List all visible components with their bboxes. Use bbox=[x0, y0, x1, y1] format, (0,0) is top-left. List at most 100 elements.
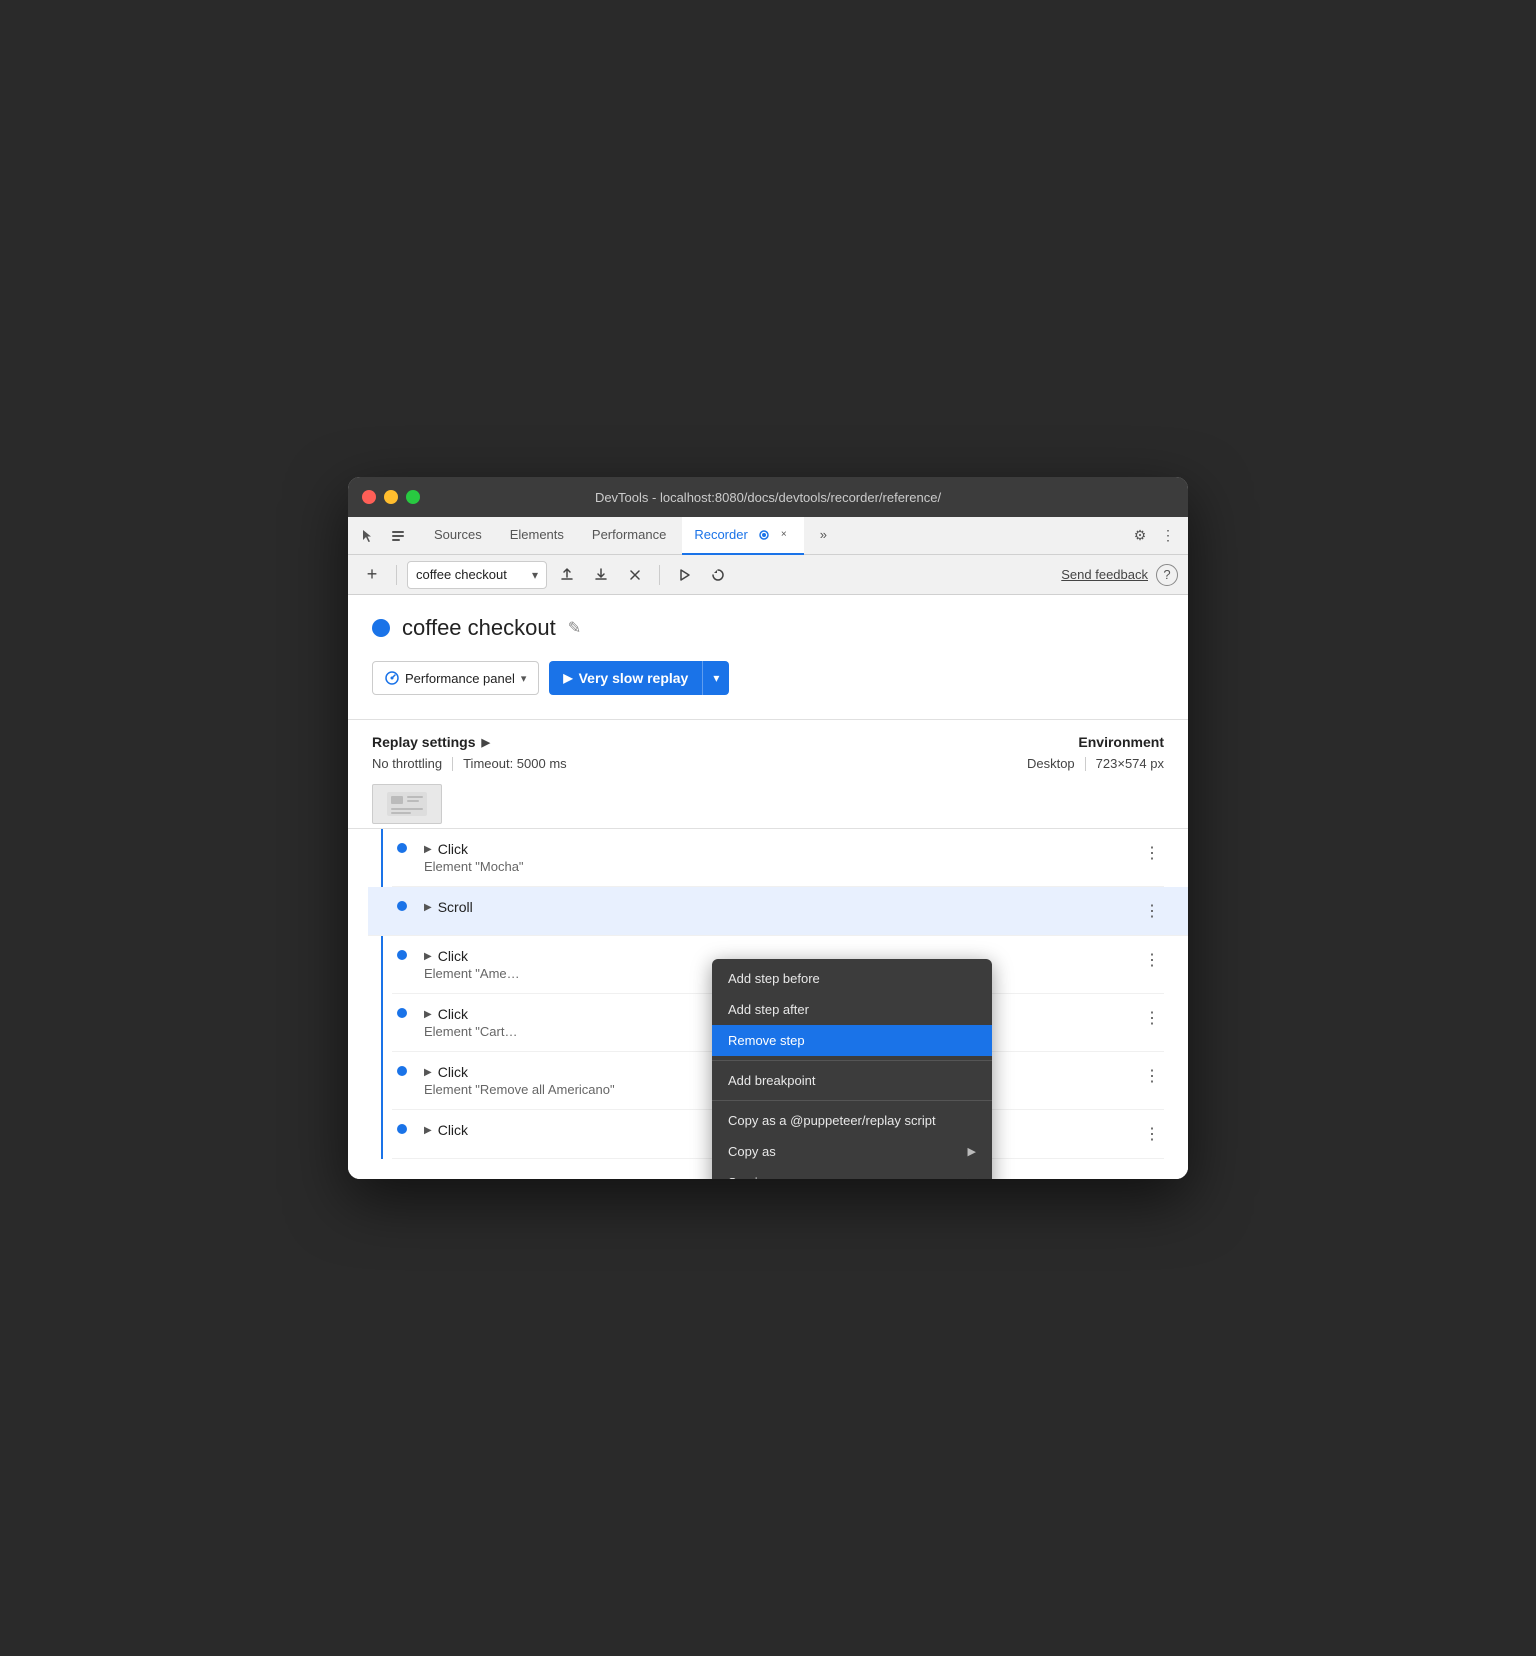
step-menu-btn-6[interactable]: ⋮ bbox=[1140, 1122, 1164, 1146]
play-icon bbox=[676, 567, 692, 583]
replay-chevron-button[interactable]: ▾ bbox=[702, 661, 729, 695]
performance-panel-icon bbox=[385, 671, 399, 685]
replay-btn-group: ▶ Very slow replay ▾ bbox=[549, 661, 729, 695]
recorder-pin-icon bbox=[758, 529, 770, 541]
step-expand-5: ▶ bbox=[424, 1067, 432, 1078]
maximize-button[interactable] bbox=[406, 490, 420, 504]
step-dot-6 bbox=[392, 1124, 412, 1134]
tab-bar: Sources Elements Performance Recorder × … bbox=[348, 517, 1188, 555]
step-item-1: ▶ Click Element "Mocha" ⋮ bbox=[392, 829, 1164, 887]
tab-bar-right: ⚙ ⋮ bbox=[1128, 524, 1180, 548]
toolbar: + coffee checkout ▾ bbox=[348, 555, 1188, 595]
preview-area bbox=[348, 779, 1188, 829]
steps-area: ▶ Click Element "Mocha" ⋮ bbox=[372, 779, 1164, 1159]
panel-selector[interactable]: Performance panel ▾ bbox=[372, 661, 539, 695]
traffic-lights bbox=[362, 490, 420, 504]
step-menu-btn-5[interactable]: ⋮ bbox=[1140, 1064, 1164, 1088]
ctx-remove-step[interactable]: Remove step bbox=[712, 1025, 992, 1056]
ctx-services-arrow: ▶ bbox=[968, 1176, 976, 1179]
tab-bar-icons bbox=[356, 524, 410, 548]
ctx-add-breakpoint[interactable]: Add breakpoint bbox=[712, 1065, 992, 1096]
step-item-2: ▶ Scroll ⋮ bbox=[368, 887, 1188, 936]
replay-play-icon: ▶ bbox=[563, 671, 572, 685]
step-content-1: ▶ Click Element "Mocha" bbox=[424, 841, 1140, 874]
tab-recorder[interactable]: Recorder × bbox=[682, 517, 803, 555]
step-expand-2: ▶ bbox=[424, 902, 432, 913]
step-dot-indicator-6 bbox=[397, 1124, 407, 1134]
devtools-body: Sources Elements Performance Recorder × … bbox=[348, 517, 1188, 1179]
recording-title: coffee checkout bbox=[402, 615, 556, 641]
play-button[interactable] bbox=[670, 561, 698, 589]
context-menu: Add step before Add step after Remove st… bbox=[712, 959, 992, 1179]
step-expand-6: ▶ bbox=[424, 1125, 432, 1136]
replay-chevron-icon: ▾ bbox=[713, 671, 719, 685]
ctx-copy-as[interactable]: Copy as ▶ bbox=[712, 1136, 992, 1167]
minimize-button[interactable] bbox=[384, 490, 398, 504]
step-expand-1: ▶ bbox=[424, 844, 432, 855]
devtools-window: DevTools - localhost:8080/docs/devtools/… bbox=[348, 477, 1188, 1179]
step-dot-indicator-4 bbox=[397, 1008, 407, 1018]
window-title: DevTools - localhost:8080/docs/devtools/… bbox=[595, 490, 941, 505]
timeline-line bbox=[381, 829, 383, 1159]
send-feedback-button[interactable]: Send feedback bbox=[1061, 567, 1148, 582]
step-dot-5 bbox=[392, 1066, 412, 1076]
ctx-separator-2 bbox=[712, 1100, 992, 1101]
toolbar-divider-1 bbox=[396, 565, 397, 585]
step-icon bbox=[710, 567, 726, 583]
export-button[interactable] bbox=[553, 561, 581, 589]
tab-close-recorder[interactable]: × bbox=[776, 527, 792, 543]
step-menu-btn-1[interactable]: ⋮ bbox=[1140, 841, 1164, 865]
step-dot-indicator-3 bbox=[397, 950, 407, 960]
step-dot-indicator-1 bbox=[397, 843, 407, 853]
settings-detail-divider bbox=[452, 757, 453, 771]
ctx-separator-1 bbox=[712, 1060, 992, 1061]
step-expand-4: ▶ bbox=[424, 1009, 432, 1020]
settings-left: Replay settings ▶ No throttling Timeout:… bbox=[372, 734, 944, 771]
step-title-2[interactable]: ▶ Scroll bbox=[424, 899, 1140, 915]
tab-more[interactable]: » bbox=[808, 517, 839, 555]
settings-row: Replay settings ▶ No throttling Timeout:… bbox=[372, 720, 1164, 771]
import-button[interactable] bbox=[587, 561, 615, 589]
toolbar-divider-2 bbox=[659, 565, 660, 585]
settings-icon[interactable]: ⚙ bbox=[1128, 524, 1152, 548]
cursor-icon[interactable] bbox=[356, 524, 380, 548]
main-content: coffee checkout ✎ Performance panel ▾ ▶ bbox=[348, 595, 1188, 1179]
replay-settings-label[interactable]: Replay settings ▶ bbox=[372, 734, 944, 750]
step-dot-2 bbox=[392, 901, 412, 911]
recording-selector[interactable]: coffee checkout ▾ bbox=[407, 561, 547, 589]
tab-performance[interactable]: Performance bbox=[580, 517, 678, 555]
tab-elements[interactable]: Elements bbox=[498, 517, 576, 555]
ctx-services[interactable]: Services ▶ bbox=[712, 1167, 992, 1179]
delete-button[interactable] bbox=[621, 561, 649, 589]
download-icon bbox=[593, 567, 609, 583]
layers-icon[interactable] bbox=[386, 524, 410, 548]
ctx-copy-puppeteer[interactable]: Copy as a @puppeteer/replay script bbox=[712, 1105, 992, 1136]
new-recording-button[interactable]: + bbox=[358, 561, 386, 589]
step-button[interactable] bbox=[704, 561, 732, 589]
edit-title-icon[interactable]: ✎ bbox=[568, 618, 581, 638]
more-options-icon[interactable]: ⋮ bbox=[1156, 524, 1180, 548]
step-menu-btn-3[interactable]: ⋮ bbox=[1140, 948, 1164, 972]
step-dot-3 bbox=[392, 950, 412, 960]
step-subtitle-1: Element "Mocha" bbox=[424, 859, 1140, 874]
recording-selector-chevron: ▾ bbox=[532, 568, 538, 582]
step-title-1[interactable]: ▶ Click bbox=[424, 841, 1140, 857]
step-dot-indicator-5 bbox=[397, 1066, 407, 1076]
environment-label: Environment bbox=[944, 734, 1164, 750]
preview-thumbnail bbox=[372, 784, 442, 824]
step-menu-btn-4[interactable]: ⋮ bbox=[1140, 1006, 1164, 1030]
help-button[interactable]: ? bbox=[1156, 564, 1178, 586]
settings-right: Environment Desktop 723×574 px bbox=[944, 734, 1164, 771]
action-bar: Performance panel ▾ ▶ Very slow replay ▾ bbox=[372, 661, 1164, 695]
ctx-add-step-after[interactable]: Add step after bbox=[712, 994, 992, 1025]
replay-main-button[interactable]: ▶ Very slow replay bbox=[549, 661, 702, 695]
recording-status-dot bbox=[372, 619, 390, 637]
close-button[interactable] bbox=[362, 490, 376, 504]
step-expand-3: ▶ bbox=[424, 951, 432, 962]
step-menu-btn-2[interactable]: ⋮ bbox=[1140, 899, 1164, 923]
tab-sources[interactable]: Sources bbox=[422, 517, 494, 555]
preview-image bbox=[387, 792, 427, 816]
settings-expand-icon: ▶ bbox=[481, 736, 489, 749]
ctx-add-step-before[interactable]: Add step before bbox=[712, 963, 992, 994]
environment-detail: Desktop 723×574 px bbox=[944, 756, 1164, 771]
